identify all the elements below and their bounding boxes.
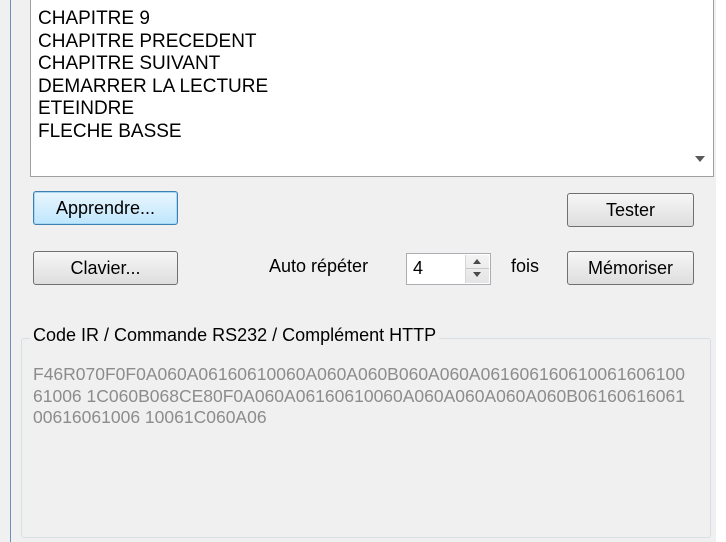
repeat-unit-label: fois — [511, 256, 540, 276]
apprendre-button[interactable]: Apprendre... — [33, 191, 178, 225]
window-left-border — [0, 0, 11, 542]
repeat-count-stepper[interactable]: 4 — [406, 253, 491, 285]
arrow-down-icon — [473, 272, 481, 277]
ir-code-group-title: Code IR / Commande RS232 / Complément HT… — [30, 325, 440, 346]
memoriser-button[interactable]: Mémoriser — [567, 251, 694, 285]
stepper-up-button[interactable] — [466, 255, 489, 269]
apprendre-button-label: Apprendre... — [55, 198, 156, 218]
memoriser-button-label: Mémoriser — [587, 258, 673, 278]
list-item[interactable]: DEMARRER LA LECTURE — [38, 76, 685, 99]
stepper-down-button[interactable] — [466, 269, 489, 283]
ir-code-value[interactable]: F46R070F0F0A060A06160610060A060A060B060A… — [33, 364, 693, 429]
repeat-count-value[interactable]: 4 — [413, 258, 423, 279]
command-list: CHAPITRE 9 CHAPITRE PRECEDENT CHAPITRE S… — [38, 8, 685, 143]
listbox-scrollbar[interactable] — [689, 0, 713, 176]
window-right-margin — [716, 0, 726, 542]
clavier-button-label: Clavier... — [70, 258, 141, 278]
scroll-down-arrow-icon[interactable] — [695, 156, 705, 162]
command-listbox[interactable]: CHAPITRE 9 CHAPITRE PRECEDENT CHAPITRE S… — [30, 0, 714, 177]
list-item[interactable]: ETEINDRE — [38, 98, 685, 121]
tester-button[interactable]: Tester — [567, 193, 694, 227]
stepper-buttons — [465, 255, 489, 283]
list-item[interactable]: CHAPITRE SUIVANT — [38, 53, 685, 76]
list-item[interactable]: CHAPITRE PRECEDENT — [38, 31, 685, 54]
list-item[interactable]: CHAPITRE 9 — [38, 8, 685, 31]
window-frame: CHAPITRE 9 CHAPITRE PRECEDENT CHAPITRE S… — [0, 0, 726, 542]
list-item[interactable]: FLECHE BASSE — [38, 121, 685, 144]
auto-repeat-label: Auto répéter — [269, 256, 369, 276]
arrow-up-icon — [473, 259, 481, 264]
tester-button-label: Tester — [605, 200, 656, 220]
clavier-button[interactable]: Clavier... — [33, 251, 178, 285]
